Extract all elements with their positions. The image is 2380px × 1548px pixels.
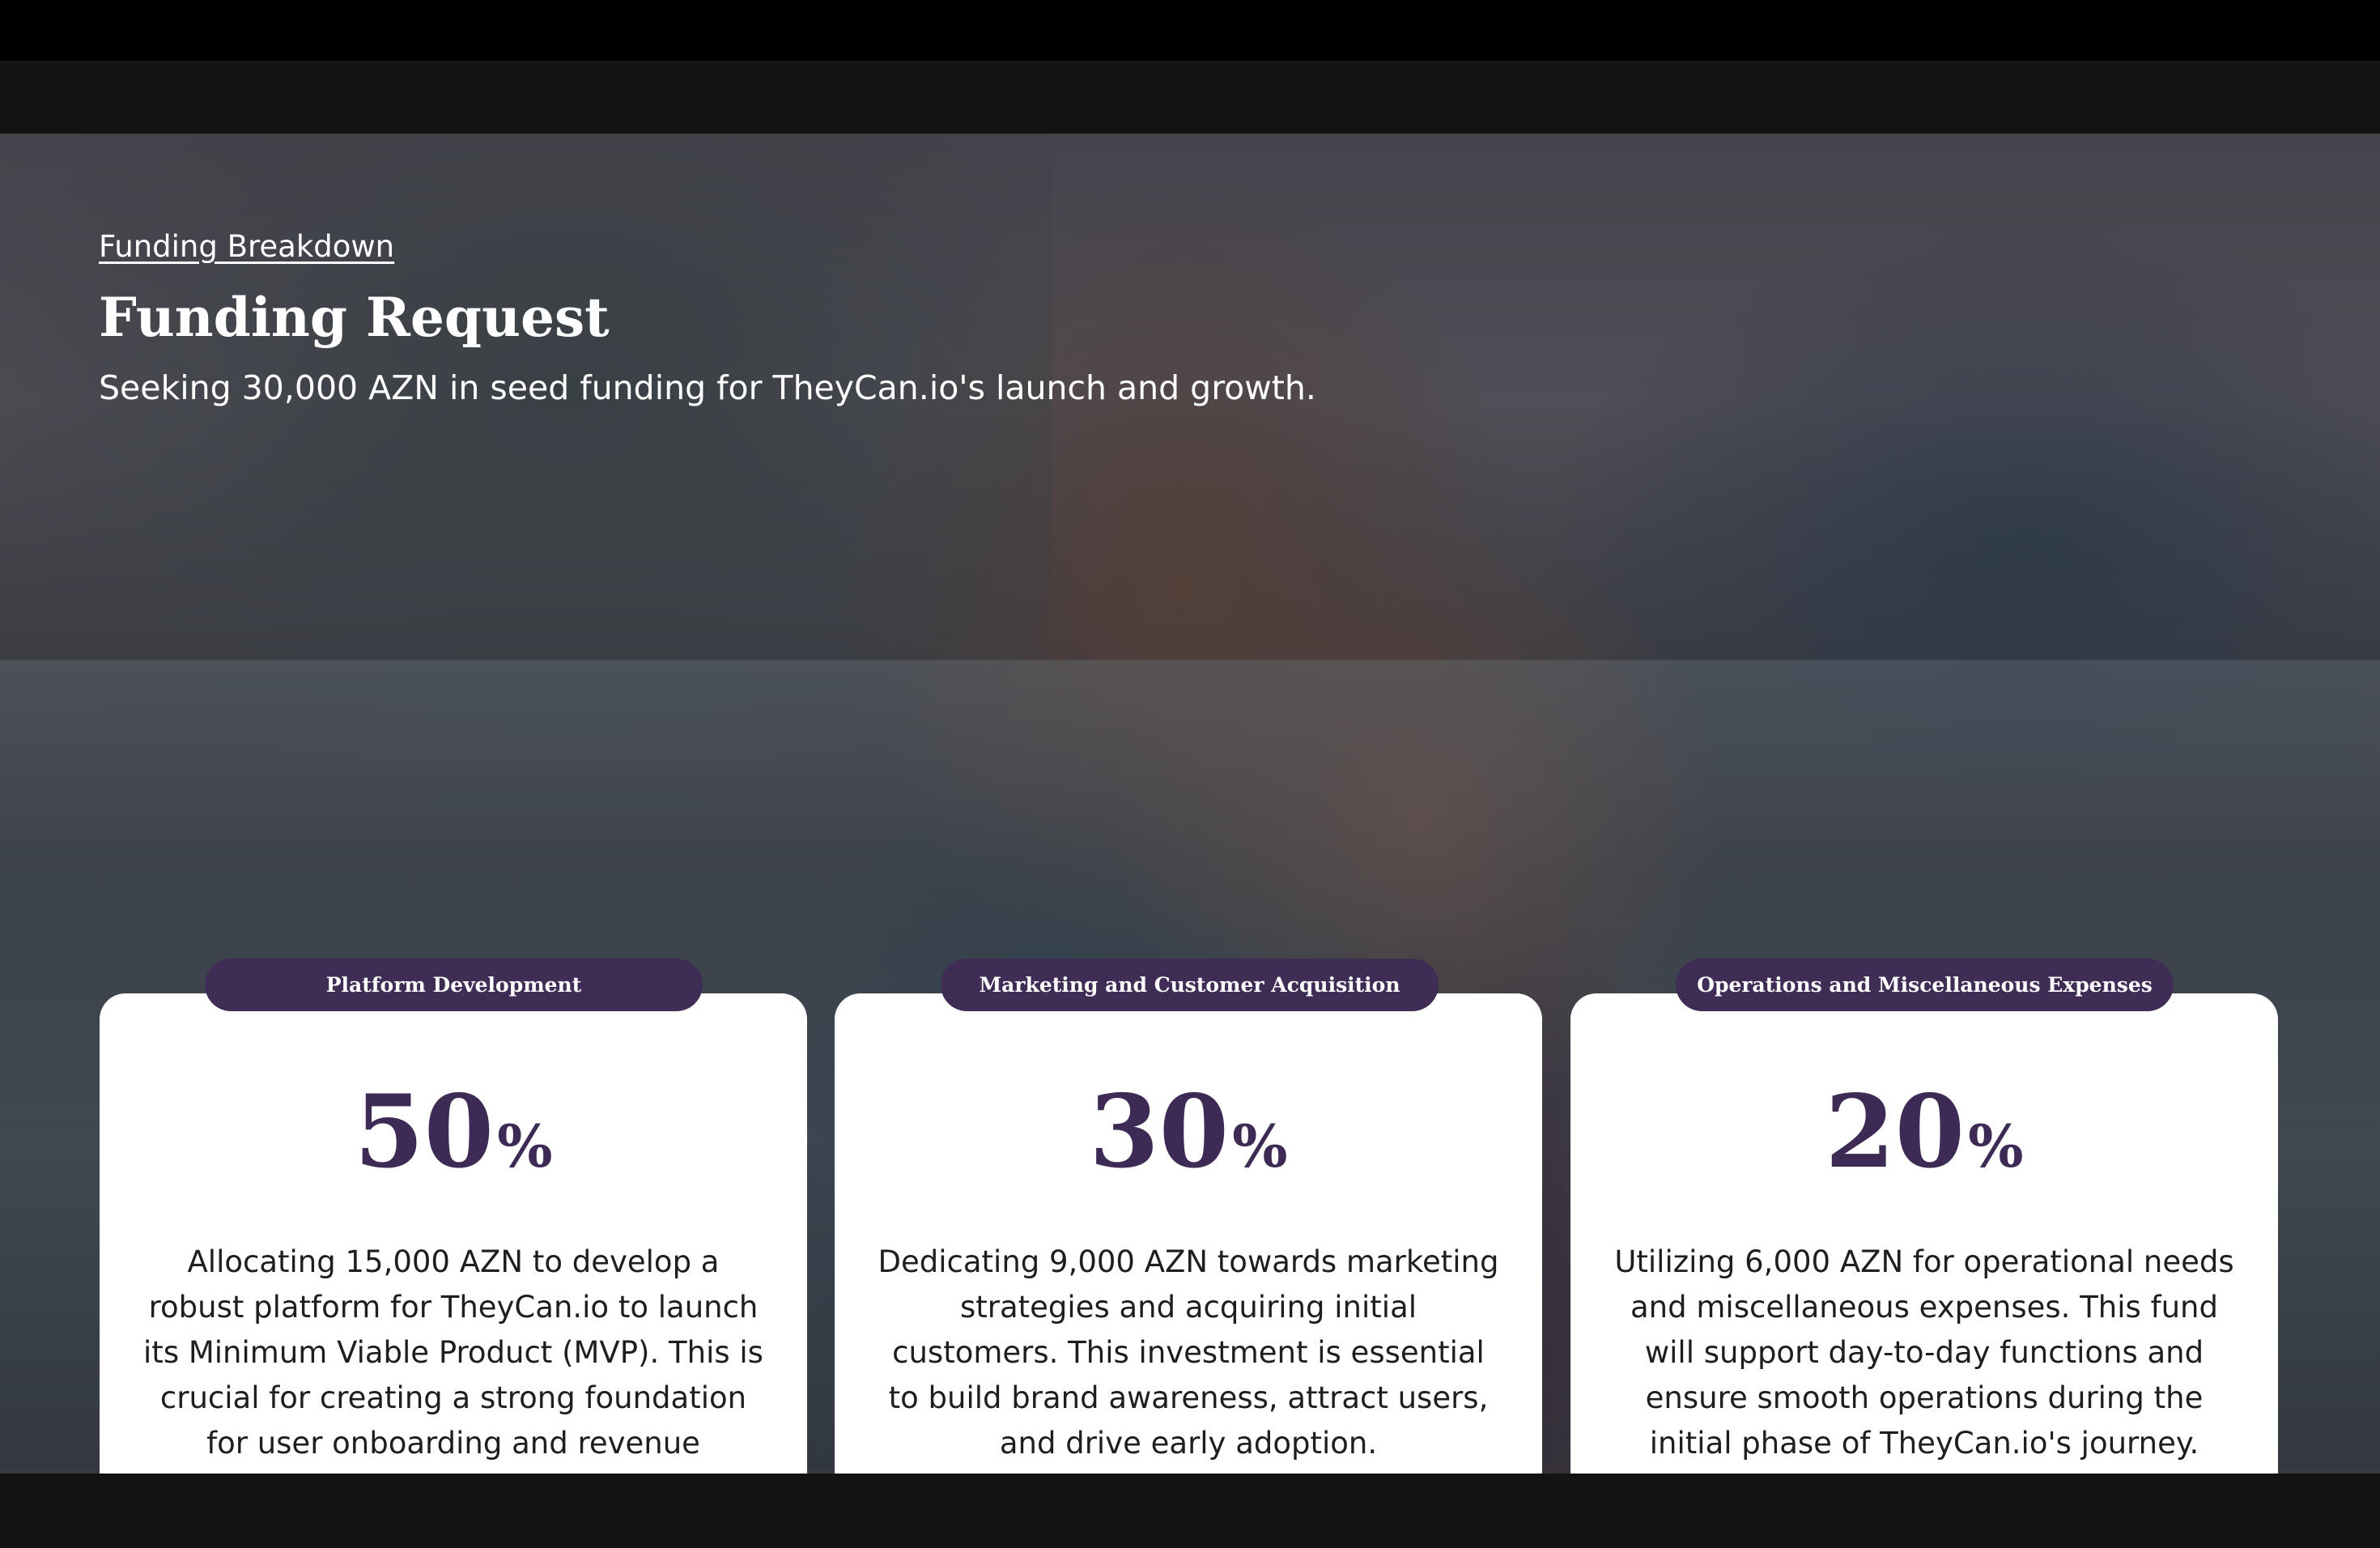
percentage-value: 20% [1570,1082,2278,1188]
card-tag-platform: Platform Development [205,959,703,1011]
card-description: Allocating 15,000 AZN to develop a robus… [143,1244,763,1474]
card-tag-marketing: Marketing and Customer Acquisition [941,959,1439,1011]
percentage-number: 30 [1089,1074,1230,1191]
percentage-number: 20 [1825,1074,1966,1191]
card-tag-operations: Operations and Miscellaneous Expenses [1676,959,2174,1011]
page-title: Funding Request [99,286,610,349]
funding-card-marketing: 30% Dedicating 9,000 AZN towards marketi… [835,993,1542,1474]
card-description: Dedicating 9,000 AZN towards marketing s… [878,1244,1499,1461]
percentage-value: 30% [835,1082,1542,1188]
page-subtitle: Seeking 30,000 AZN in seed funding for T… [99,368,1316,407]
percentage-symbol: % [1968,1112,2024,1180]
card-description: Utilizing 6,000 AZN for operational need… [1614,1244,2234,1461]
funding-card-platform: 50% Allocating 15,000 AZN to develop a r… [100,993,807,1474]
percentage-number: 50 [354,1074,495,1191]
percentage-value: 50% [100,1082,807,1188]
percentage-symbol: % [497,1112,553,1180]
top-bar [0,0,2380,61]
funding-slide: Funding Breakdown Funding Request Seekin… [0,134,2380,1474]
funding-card-operations: 20% Utilizing 6,000 AZN for operational … [1570,993,2278,1474]
percentage-symbol: % [1232,1112,1288,1180]
section-eyebrow-link[interactable]: Funding Breakdown [99,229,394,264]
